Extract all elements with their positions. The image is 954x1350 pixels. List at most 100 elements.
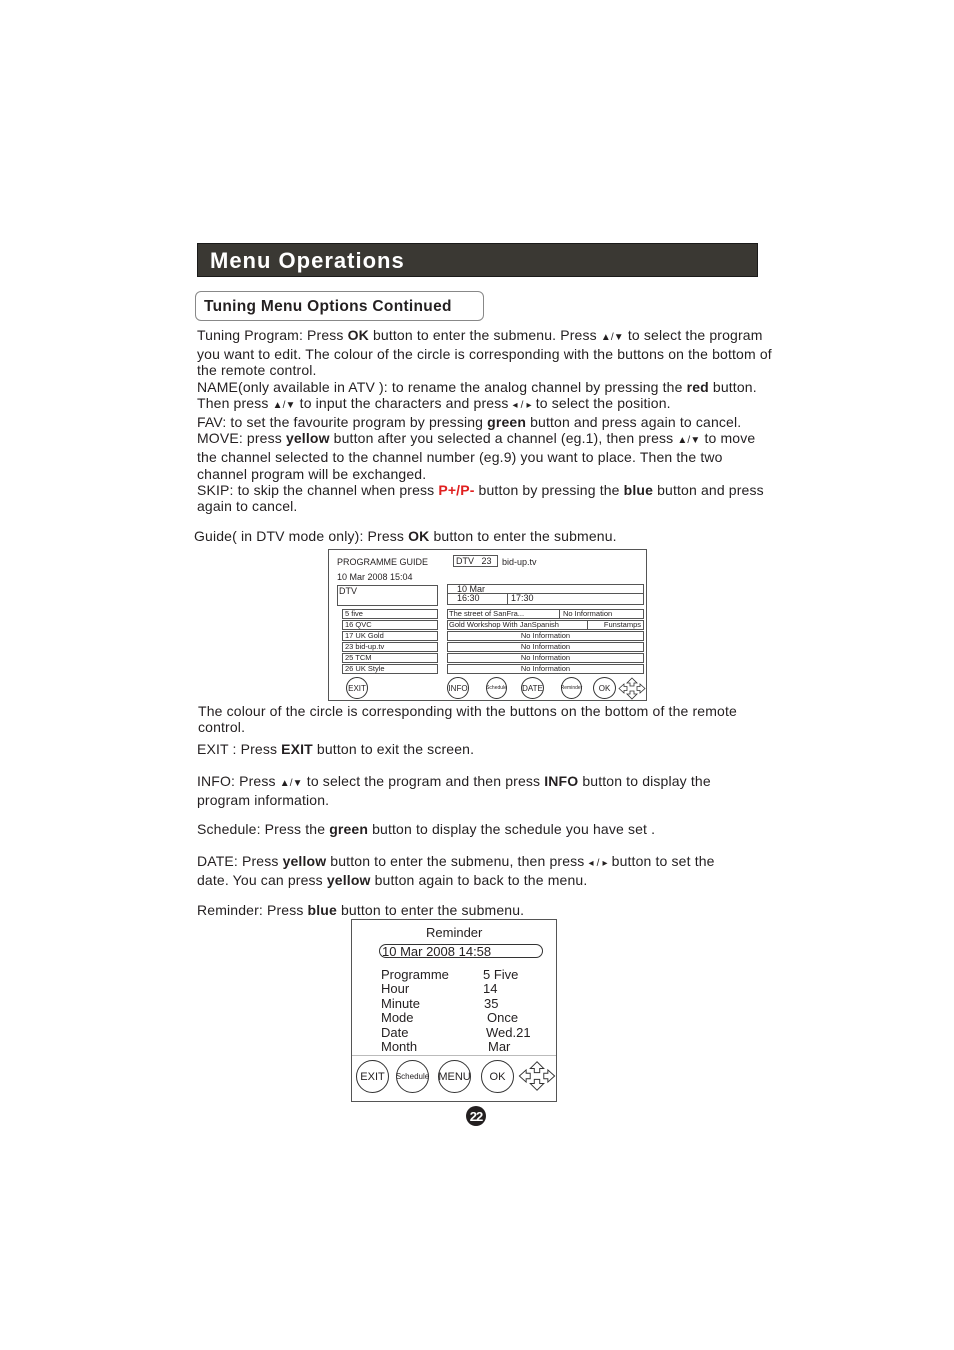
- info-button[interactable]: INFO: [447, 677, 469, 699]
- channel-list-item[interactable]: 5 five: [342, 609, 438, 619]
- text: button to enter the submenu.: [429, 528, 617, 544]
- yellow-keyword: yellow: [282, 853, 327, 869]
- text: Reminder: Press: [197, 902, 308, 918]
- programme-row[interactable]: No Information: [447, 642, 644, 652]
- programme-row[interactable]: No Information: [447, 664, 644, 674]
- guide-title: PROGRAMME GUIDE: [337, 557, 429, 567]
- button-label: OK: [489, 1070, 506, 1083]
- text: button to enter the submenu.: [336, 902, 525, 918]
- schedule-button[interactable]: Schedule: [486, 677, 507, 699]
- text: to input the characters and press: [295, 394, 513, 411]
- reminder-field-value[interactable]: Mar: [488, 1039, 510, 1054]
- programme-row[interactable]: No Information: [447, 653, 644, 663]
- channel-list-item[interactable]: 23 bid-up.tv: [342, 642, 438, 652]
- ok-keyword: OK: [347, 327, 369, 343]
- navigation-arrows-icon[interactable]: [618, 677, 646, 700]
- channel-list-item[interactable]: 16 QVC: [342, 620, 438, 630]
- reminder-field-label: Minute: [381, 995, 421, 1011]
- blue-keyword: blue: [623, 481, 654, 498]
- text: button to display the schedule you have …: [368, 821, 656, 837]
- reminder-field-value[interactable]: Wed.21: [486, 1025, 531, 1040]
- text: FAV: to set the favourite program by pre…: [197, 414, 488, 431]
- text: button to exit the screen.: [312, 741, 475, 757]
- reminder-screen: Reminder 10 Mar 2008 14:58 Programme 5 Fi…: [351, 919, 557, 1102]
- button-label: DATE: [522, 683, 543, 693]
- reminder-field-value[interactable]: Once: [487, 1010, 518, 1025]
- page-title: Menu Operations: [210, 248, 405, 273]
- programme-cell: Funstamps: [603, 620, 641, 629]
- programme-cell: No Information: [520, 653, 571, 662]
- time-slot: 17:30: [511, 593, 534, 603]
- ok-button[interactable]: OK: [481, 1060, 514, 1093]
- programme-row[interactable]: No Information: [447, 631, 644, 641]
- navigation-arrows-icon[interactable]: [518, 1059, 556, 1093]
- header-bar: Menu Operations: [197, 243, 758, 277]
- text: button after you selected a channel (eg.…: [329, 430, 678, 447]
- section-heading-box: Tuning Menu Options Continued: [195, 291, 484, 321]
- text: button by pressing the: [474, 481, 624, 498]
- blue-keyword: blue: [307, 902, 337, 918]
- schedule-button[interactable]: Schedule: [396, 1060, 429, 1093]
- text: button again to back to the menu.: [370, 872, 588, 889]
- guide-description: Guide( in DTV mode only): Press OK butto…: [194, 528, 769, 544]
- text: Schedule: Press the: [197, 821, 330, 837]
- schedule-note: Schedule: Press the green button to disp…: [197, 821, 767, 837]
- channel-list-item[interactable]: 17 UK Gold: [342, 631, 438, 641]
- reminder-field-label: Hour: [381, 981, 410, 997]
- up-down-arrow-icon: ▲/▼: [600, 332, 624, 343]
- exit-button[interactable]: EXIT: [356, 1060, 389, 1093]
- up-down-arrow-icon: ▲/▼: [272, 399, 296, 411]
- source-label: DTV: [339, 586, 357, 596]
- button-label: OK: [598, 683, 611, 693]
- reminder-field-value[interactable]: 35: [484, 996, 498, 1011]
- colour-note: The colour of the circle is correspondin…: [198, 703, 737, 736]
- left-right-arrow-icon: ◂ / ▸: [512, 399, 532, 411]
- text: INFO: Press: [197, 773, 280, 789]
- programme-cell: No Information: [563, 609, 613, 618]
- menu-button[interactable]: MENU: [438, 1060, 471, 1093]
- channel-list-item[interactable]: 25 TCM: [342, 653, 438, 663]
- ok-button[interactable]: OK: [593, 677, 616, 699]
- channel-name: bid-up.tv: [502, 557, 537, 567]
- programme-cell: Gold Workshop With JanSpanish: [449, 621, 588, 629]
- programme-guide-screen: PROGRAMME GUIDE DTV 23 bid-up.tv 10 Mar …: [328, 549, 647, 701]
- programme-cell: No Information: [520, 642, 571, 651]
- up-down-arrow-icon: ▲/▼: [677, 435, 701, 447]
- channel-box: DTV 23: [453, 555, 498, 567]
- guide-datetime: 10 Mar 2008 15:04: [337, 572, 413, 582]
- exit-button[interactable]: EXIT: [346, 677, 368, 699]
- text: Guide( in DTV mode only): Press: [194, 528, 409, 544]
- text: to select the program and then press: [302, 773, 545, 789]
- text: button to enter the submenu. Press: [368, 327, 601, 343]
- text: to select the position.: [531, 394, 671, 411]
- reminder-field-value[interactable]: 14: [483, 981, 497, 996]
- button-label: MENU: [438, 1070, 471, 1083]
- button-label: Reminder: [560, 685, 583, 691]
- reminder-button[interactable]: Reminder: [561, 677, 582, 699]
- programme-cell: No Information: [520, 631, 571, 640]
- section-title: Tuning Menu Options Continued: [204, 298, 452, 315]
- yellow-keyword: yellow: [285, 430, 330, 447]
- reminder-field-label: Month: [381, 1039, 418, 1054]
- reminder-field-label: Date: [381, 1024, 409, 1040]
- button-label: EXIT: [360, 1070, 385, 1083]
- date-button[interactable]: DATE: [521, 677, 544, 699]
- reminder-datetime: 10 Mar 2008 14:58: [382, 944, 492, 959]
- text: DATE: Press: [197, 853, 283, 869]
- programme-cell: The street of SanFra...: [449, 610, 560, 618]
- text: SKIP: to skip the channel when press: [197, 481, 439, 498]
- channel-list-item[interactable]: 26 UK Style: [342, 664, 438, 674]
- programme-row[interactable]: Gold Workshop With JanSpanish Funstamps: [447, 620, 644, 630]
- programme-row[interactable]: The street of SanFra... No Information: [447, 609, 644, 619]
- red-keyword: red: [686, 378, 709, 395]
- ok-keyword: OK: [408, 528, 430, 544]
- reminder-title: Reminder: [426, 925, 483, 940]
- info-note: INFO: Press ▲/▼ to select the program an…: [197, 773, 767, 808]
- text: MOVE: press: [197, 430, 286, 447]
- channel-number: DTV 23: [456, 556, 492, 566]
- green-keyword: green: [487, 414, 527, 431]
- button-label: EXIT: [348, 683, 366, 693]
- source-box: DTV: [337, 585, 438, 606]
- reminder-field-value[interactable]: 5 Five: [483, 967, 518, 982]
- info-keyword: INFO: [544, 773, 579, 789]
